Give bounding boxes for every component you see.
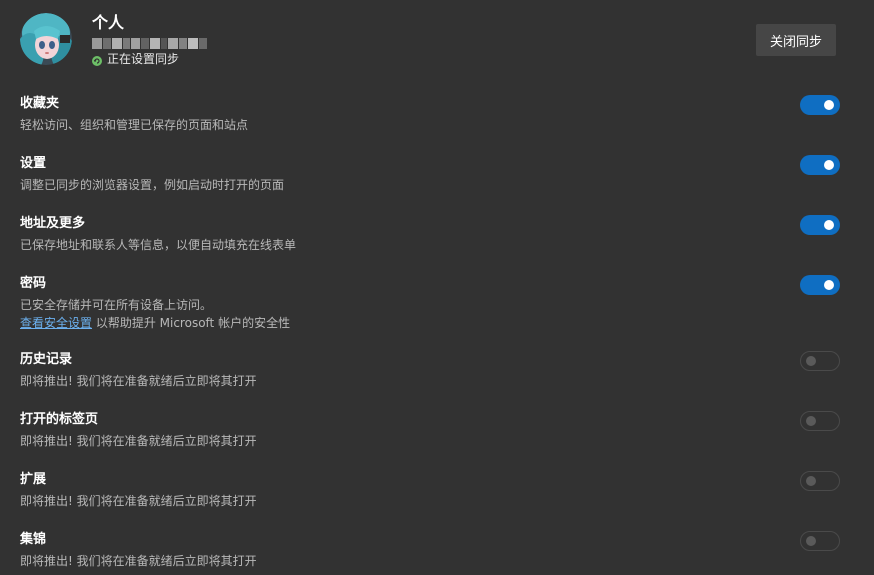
sync-settings-page: 个人 正在设置同步 关闭同步 收藏夹 轻松访问、组织和管理已保存的页面和站点 设…	[0, 0, 874, 575]
setting-description: 调整已同步的浏览器设置，例如启动时打开的页面	[20, 178, 285, 192]
profile-name: 个人	[92, 13, 125, 32]
toggle-knob	[824, 160, 834, 170]
setting-passwords: 密码 已安全存储并可在所有设备上访问。 查看安全设置 以帮助提升 Microso…	[20, 275, 840, 332]
toggle-knob	[824, 100, 834, 110]
setting-description: 即将推出! 我们将在准备就绪后立即将其打开	[20, 554, 257, 568]
toggle-knob	[806, 356, 816, 366]
setting-description: 已保存地址和联系人等信息，以便自动填充在线表单	[20, 238, 297, 252]
link-suffix: 以帮助提升 Microsoft 帐户的安全性	[92, 316, 291, 330]
extensions-toggle	[800, 471, 840, 491]
toggle-knob	[806, 476, 816, 486]
profile-header: 个人 正在设置同步	[20, 13, 208, 67]
setting-title: 地址及更多	[20, 216, 86, 231]
setting-history: 历史记录 即将推出! 我们将在准备就绪后立即将其打开	[20, 351, 840, 390]
setting-settings: 设置 调整已同步的浏览器设置，例如启动时打开的页面	[20, 155, 840, 194]
passwords-toggle[interactable]	[800, 275, 840, 295]
open-tabs-toggle	[800, 411, 840, 431]
setting-title: 收藏夹	[20, 96, 60, 111]
toggle-knob	[824, 280, 834, 290]
setting-description: 即将推出! 我们将在准备就绪后立即将其打开	[20, 374, 257, 388]
collections-toggle	[800, 531, 840, 551]
setting-description: 即将推出! 我们将在准备就绪后立即将其打开	[20, 494, 257, 508]
history-toggle	[800, 351, 840, 371]
setting-title: 历史记录	[20, 352, 73, 367]
setting-title: 扩展	[20, 472, 47, 487]
toggle-knob	[806, 416, 816, 426]
setting-title: 密码	[20, 276, 47, 291]
setting-extensions: 扩展 即将推出! 我们将在准备就绪后立即将其打开	[20, 471, 840, 510]
addresses-toggle[interactable]	[800, 215, 840, 235]
sync-status-icon	[92, 54, 102, 66]
setting-description: 已安全存储并可在所有设备上访问。	[20, 298, 213, 312]
setting-favorites: 收藏夹 轻松访问、组织和管理已保存的页面和站点	[20, 95, 840, 134]
favorites-toggle[interactable]	[800, 95, 840, 115]
avatar	[20, 13, 72, 65]
setting-collections: 集锦 即将推出! 我们将在准备就绪后立即将其打开	[20, 531, 840, 570]
setting-open-tabs: 打开的标签页 即将推出! 我们将在准备就绪后立即将其打开	[20, 411, 840, 450]
sync-status-label: 正在设置同步	[107, 52, 180, 66]
setting-title: 集锦	[20, 532, 47, 547]
setting-addresses: 地址及更多 已保存地址和联系人等信息，以便自动填充在线表单	[20, 215, 840, 254]
close-sync-button[interactable]: 关闭同步	[756, 24, 836, 56]
setting-title: 打开的标签页	[20, 412, 99, 427]
settings-toggle[interactable]	[800, 155, 840, 175]
profile-info: 个人 正在设置同步	[92, 13, 208, 67]
setting-title: 设置	[20, 156, 47, 171]
security-settings-link[interactable]: 查看安全设置	[20, 316, 92, 330]
setting-description-line2: 查看安全设置 以帮助提升 Microsoft 帐户的安全性	[20, 314, 840, 332]
setting-description: 轻松访问、组织和管理已保存的页面和站点	[20, 118, 249, 132]
sync-status: 正在设置同步	[92, 51, 208, 67]
setting-description: 即将推出! 我们将在准备就绪后立即将其打开	[20, 434, 257, 448]
toggle-knob	[806, 536, 816, 546]
profile-email-redacted	[92, 36, 208, 50]
toggle-knob	[824, 220, 834, 230]
